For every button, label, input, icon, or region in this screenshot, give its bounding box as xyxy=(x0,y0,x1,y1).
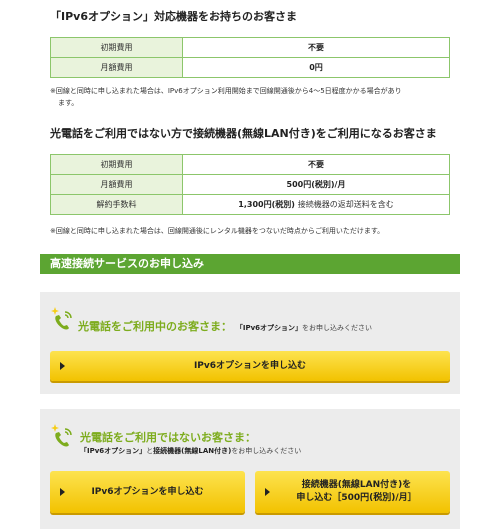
cancellation-fee-note: 接続機器の返却送料を含む xyxy=(297,200,394,209)
monthly-fee-value: 500円(税別)/月 xyxy=(182,174,450,195)
arrow-right-icon xyxy=(60,488,65,496)
card1-heading-text: 光電話をご利用中のお客さま： xyxy=(78,320,232,333)
initial-fee-value: 不要 xyxy=(182,37,450,58)
ipv6-apply-button-2[interactable]: IPv6オプションを申し込む xyxy=(50,471,245,513)
card1-heading: 光電話をご利用中のお客さま： 「IPv6オプション」をお申し込みください xyxy=(78,318,372,334)
cancellation-fee-value: 1,300円(税別) 接続機器の返却送料を含む xyxy=(182,194,450,215)
ipv6-note-line1: ※回線と同時に申し込まれた場合は、IPv6オプション利用開始まで回線開通後から4… xyxy=(50,87,402,95)
router-apply-line2: 申し込む［500円(税別)/月］ xyxy=(296,493,417,503)
initial-fee-label: 初期費用 xyxy=(50,37,183,58)
router-apply-button-label: 接続機器(無線LAN付き)を 申し込む［500円(税別)/月］ xyxy=(288,479,416,505)
ipv6-apply-button-2-label: IPv6オプションを申し込む xyxy=(91,486,204,497)
router-apply-line1: 接続機器(無線LAN付き)を xyxy=(301,480,412,490)
ipv6-fee-table: 初期費用 不要 月額費用 0円 xyxy=(50,37,450,78)
table-row: 月額費用 0円 xyxy=(50,57,450,78)
cancellation-fee-amount: 1,300円(税別) xyxy=(238,200,295,209)
card1-sub-rest: をお申し込みください xyxy=(302,324,373,332)
card1-sub-bold: 「IPv6オプション」 xyxy=(235,324,303,332)
initial-fee-value: 不要 xyxy=(182,154,450,175)
cancellation-fee-label: 解約手数料 xyxy=(50,194,183,215)
ipv6-note-line2: ます。 xyxy=(58,99,79,107)
monthly-fee-value: 0円 xyxy=(182,57,450,78)
initial-fee-label: 初期費用 xyxy=(50,154,183,175)
ipv6-apply-button-label: IPv6オプションを申し込む xyxy=(193,360,307,371)
router-note: ※回線と同時に申し込まれた場合は、回線開通後にレンタル機器をつないだ時点からご利… xyxy=(50,227,385,235)
card2-sub-bold1: 「IPv6オプション」 xyxy=(80,447,147,455)
ipv6-note: ※回線と同時に申し込まれた場合は、IPv6オプション利用開始まで回線開通後から4… xyxy=(50,85,460,109)
hikari-phone-user-card: 光電話をご利用中のお客さま： 「IPv6オプション」をお申し込みください IPv… xyxy=(40,292,460,394)
router-fee-table: 初期費用 不要 月額費用 500円(税別)/月 解約手数料 1,300円(税別)… xyxy=(50,154,450,215)
card2-sub-bold2: 接続機器(無線LAN付き) xyxy=(153,447,232,455)
arrow-right-icon xyxy=(265,488,270,496)
table-row: 月額費用 500円(税別)/月 xyxy=(50,174,450,195)
monthly-fee-label: 月額費用 xyxy=(50,57,183,78)
phone-sparkle-icon xyxy=(51,424,72,447)
monthly-fee-label: 月額費用 xyxy=(50,174,183,195)
non-hikari-phone-user-card: 光電話をご利用ではないお客さま： 「IPv6オプション」と接続機器(無線LAN付… xyxy=(40,409,460,529)
apply-section-header: 高速接続サービスのお申し込み xyxy=(40,254,460,274)
phone-sparkle-icon xyxy=(51,307,72,330)
card2-heading: 光電話をご利用ではないお客さま： xyxy=(80,431,256,444)
card2-sub-rest: をお申し込みください xyxy=(231,447,302,455)
router-apply-button[interactable]: 接続機器(無線LAN付き)を 申し込む［500円(税別)/月］ xyxy=(255,471,450,513)
router-rental-title: 光電話をご利用ではない方で接続機器(無線LAN付き)をご利用になるお客さま xyxy=(50,127,437,140)
table-row: 解約手数料 1,300円(税別) 接続機器の返却送料を含む xyxy=(50,194,450,215)
table-row: 初期費用 不要 xyxy=(50,37,450,58)
table-row: 初期費用 不要 xyxy=(50,154,450,175)
ipv6-owner-title: 「IPv6オプション」対応機器をお持ちのお客さま xyxy=(50,10,297,23)
ipv6-apply-button[interactable]: IPv6オプションを申し込む xyxy=(50,351,450,381)
arrow-right-icon xyxy=(60,362,65,370)
card2-sub: 「IPv6オプション」と接続機器(無線LAN付き)をお申し込みください xyxy=(80,446,301,456)
